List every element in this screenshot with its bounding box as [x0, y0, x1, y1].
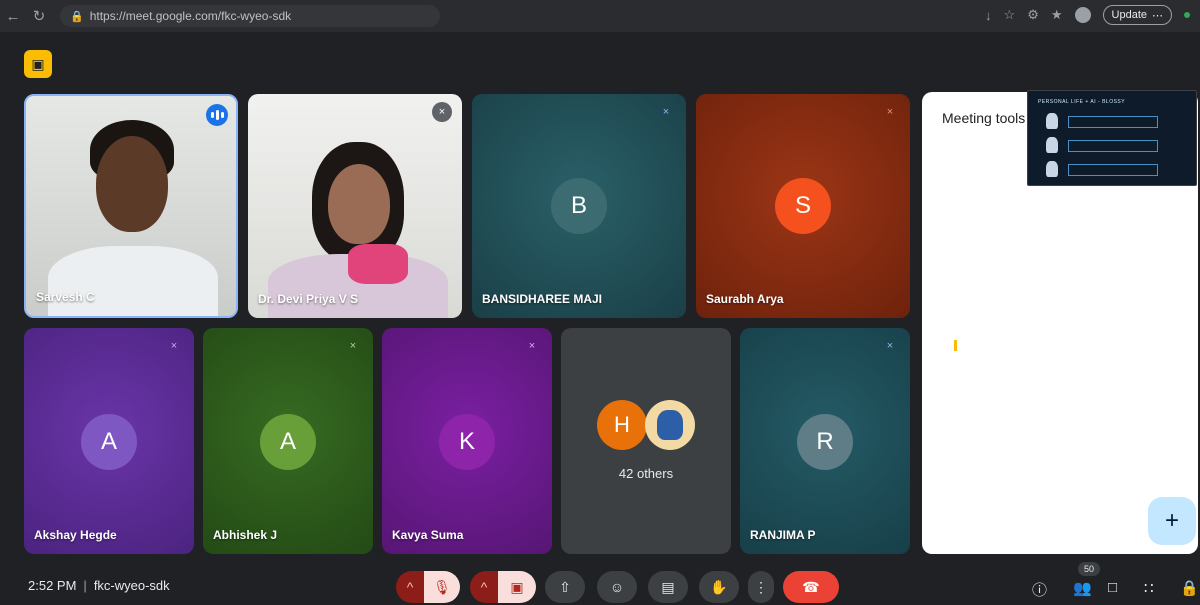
participant-tile-bansidharee[interactable]: B × BANSIDHAREE MAJI — [472, 94, 686, 318]
mic-toggle-button[interactable]: 🎙 — [424, 571, 460, 603]
mic-off-icon: × — [662, 106, 670, 118]
avatar: R — [797, 414, 853, 470]
video-options-button[interactable]: ^ — [470, 571, 498, 603]
add-button[interactable]: + — [1148, 497, 1196, 545]
people-icon[interactable]: 👥 — [1073, 579, 1092, 597]
participant-name: Dr. Devi Priya V S — [258, 292, 359, 306]
avatar: A — [260, 414, 316, 470]
mic-off-icon: × — [886, 106, 894, 118]
url-text: https://meet.google.com/fkc-wyeo-sdk — [89, 9, 292, 23]
slide-box — [1068, 116, 1158, 128]
robot-icon — [1046, 161, 1058, 177]
captions-button[interactable]: ▤ — [648, 571, 688, 603]
participant-name: Sarvesh C — [36, 290, 95, 304]
camera-off-indicator-icon[interactable]: ▣ — [24, 50, 52, 78]
robot-icon — [1046, 113, 1058, 129]
person-shirt — [48, 246, 218, 316]
more-options-button[interactable]: ⋮ — [748, 571, 774, 603]
participant-name: Abhishek J — [213, 528, 278, 542]
reload-icon[interactable]: ↻ — [26, 7, 52, 25]
robot-avatar-icon — [645, 400, 695, 450]
participant-name: Kavya Suma — [392, 528, 464, 542]
activities-icon[interactable]: ∷ — [1144, 579, 1154, 597]
mic-off-icon: × — [432, 102, 452, 122]
meet-window: ← ↻ 🔒 https://meet.google.com/fkc-wyeo-s… — [0, 0, 1200, 605]
robot-icon — [1046, 137, 1058, 153]
participant-tile-sarvesh[interactable]: Sarvesh C — [24, 94, 238, 318]
back-icon[interactable]: ← — [0, 8, 26, 25]
profile-icon[interactable] — [1074, 7, 1091, 23]
favorites-icon[interactable]: ★ — [1051, 7, 1063, 23]
participant-name: RANJIMA P — [750, 528, 816, 542]
avatar: K — [439, 414, 495, 470]
avatar: H — [597, 400, 647, 450]
mic-off-icon: × — [170, 340, 178, 352]
person-face — [328, 164, 390, 244]
mic-off-icon: × — [528, 340, 536, 352]
participant-tile-abhishek[interactable]: A × Abhishek J — [203, 328, 373, 554]
participant-tile-kavya[interactable]: K × Kavya Suma — [382, 328, 552, 554]
address-bar[interactable]: 🔒 https://meet.google.com/fkc-wyeo-sdk — [60, 5, 440, 27]
browser-toolbar: ← ↻ 🔒 https://meet.google.com/fkc-wyeo-s… — [0, 0, 1200, 32]
update-button[interactable]: Update ⋯ — [1102, 5, 1172, 25]
participant-tile-saurabh[interactable]: S × Saurabh Arya — [696, 94, 910, 318]
host-controls-icon[interactable]: 🔒 — [1180, 579, 1199, 597]
raise-hand-button[interactable]: ✋ — [699, 571, 739, 603]
meeting-details-icon[interactable]: ⓘ — [1032, 579, 1047, 600]
presentation-preview[interactable]: PERSONAL LIFE + AI - BLOSSY — [1027, 90, 1197, 186]
slide-box — [1068, 164, 1158, 176]
text-cursor — [954, 340, 957, 351]
meeting-code: fkc-wyeo-sdk — [93, 578, 170, 593]
mic-off-icon: × — [886, 340, 894, 352]
download-icon[interactable]: ↓ — [985, 8, 992, 23]
emoji-reaction-button[interactable]: ☺ — [597, 571, 637, 603]
meeting-info: 2:52 PM | fkc-wyeo-sdk — [28, 578, 170, 593]
more-icon: ⋯ — [1152, 9, 1163, 22]
present-screen-button[interactable]: ⇧ — [545, 571, 585, 603]
audio-options-button[interactable]: ^ — [396, 571, 424, 603]
speaking-indicator-icon — [206, 104, 228, 126]
leave-call-button[interactable]: ☎ — [783, 571, 839, 603]
camera-toggle-button[interactable]: ▣ — [498, 571, 536, 603]
avatar: B — [551, 178, 607, 234]
clock: 2:52 PM — [28, 578, 77, 593]
separator: | — [83, 578, 87, 593]
participant-tile-akshay[interactable]: A × Akshay Hegde — [24, 328, 194, 554]
participant-count-badge: 50 — [1078, 562, 1100, 576]
star-icon[interactable]: ☆ — [1004, 7, 1016, 23]
lock-icon: 🔒 — [70, 10, 84, 23]
control-bar: 2:52 PM | fkc-wyeo-sdk ^ 🎙 ^ ▣ ⇧ ☺ ▤ ✋ ⋮ ☎… — [0, 565, 1200, 605]
participant-tile-ranjima[interactable]: R × RANJIMA P — [740, 328, 910, 554]
extensions-icon[interactable]: ⚙ — [1027, 7, 1039, 23]
mic-off-icon: × — [349, 340, 357, 352]
panel-title: Meeting tools — [942, 110, 1026, 126]
participant-name: Saurabh Arya — [706, 292, 784, 306]
presentation-title: PERSONAL LIFE + AI - BLOSSY — [1038, 99, 1126, 105]
participant-name: Akshay Hegde — [34, 528, 117, 542]
chat-icon[interactable]: □ — [1108, 579, 1117, 596]
others-count: 42 others — [618, 466, 674, 481]
avatar: A — [81, 414, 137, 470]
status-dot — [1184, 12, 1190, 18]
person-face — [96, 136, 168, 232]
browser-actions: ↓ ☆ ⚙ ★ Update ⋯ — [985, 5, 1190, 25]
avatar: S — [775, 178, 831, 234]
others-tile[interactable]: H 42 others — [561, 328, 731, 554]
participant-tile-devi-priya[interactable]: × Dr. Devi Priya V S — [248, 94, 462, 318]
slide-box — [1068, 140, 1158, 152]
participant-name: BANSIDHAREE MAJI — [482, 292, 603, 306]
